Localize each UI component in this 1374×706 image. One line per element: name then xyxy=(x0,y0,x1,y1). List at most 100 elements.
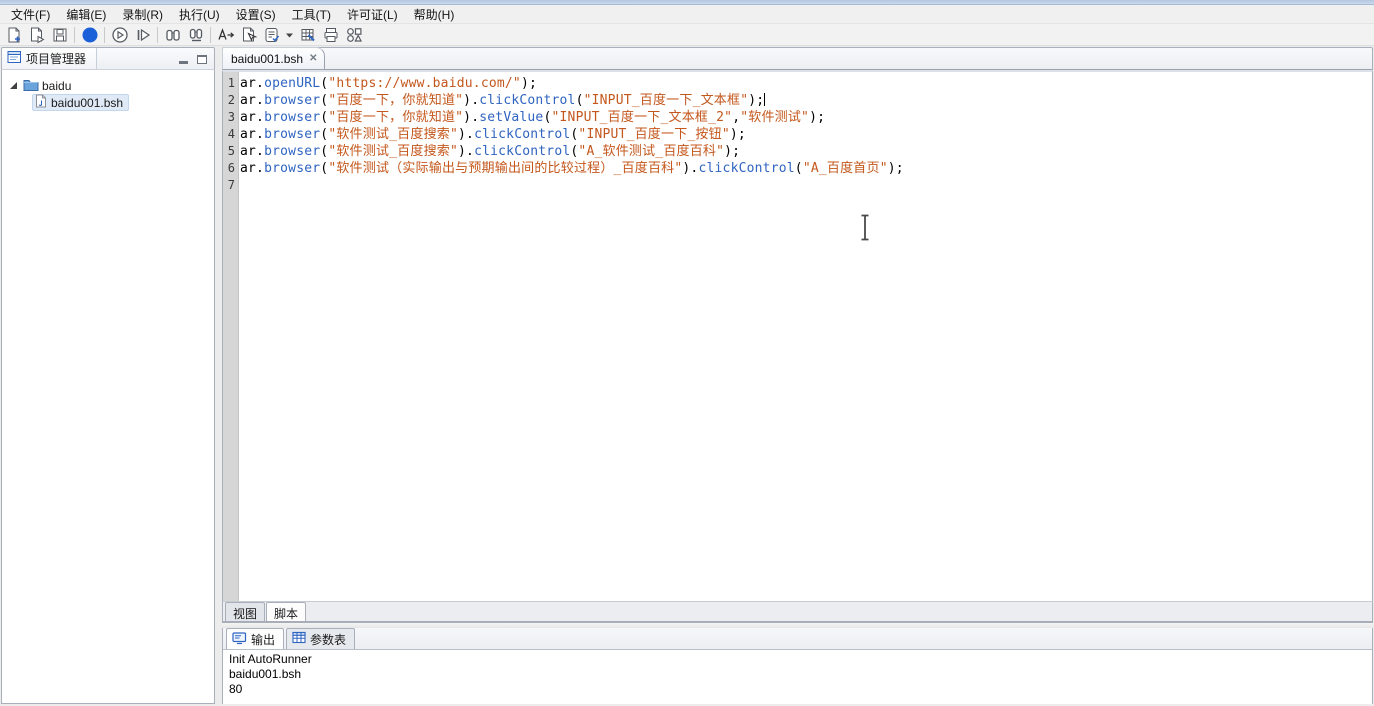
code-line-4: 4ar.browser("软件测试_百度搜索").clickControl("I… xyxy=(223,126,1372,143)
code-text: ar.openURL("https://www.baidu.com/"); xyxy=(237,75,537,92)
code-text: ar.browser("软件测试（实际输出与预期输出间的比较过程）_百度百科")… xyxy=(237,160,904,177)
line-number: 7 xyxy=(223,177,237,194)
page-cursor-icon xyxy=(240,26,258,44)
horizontal-sash[interactable] xyxy=(222,621,1373,628)
tree-item-baidu[interactable]: baidu xyxy=(2,77,214,94)
save-button[interactable] xyxy=(48,25,71,45)
expander-icon[interactable] xyxy=(10,82,17,89)
project-manager-icon xyxy=(7,50,22,67)
project-manager-title: 项目管理器 xyxy=(26,50,86,67)
checklist-menu-button[interactable] xyxy=(283,25,296,45)
tree-row: baidu001.bsh xyxy=(2,94,214,111)
shapes-icon xyxy=(345,26,363,44)
output-tab-param-table[interactable]: 参数表 xyxy=(286,628,355,649)
close-icon[interactable]: ✕ xyxy=(309,54,317,64)
step-button[interactable] xyxy=(131,25,154,45)
code-line-6: 6ar.browser("软件测试（实际输出与预期输出间的比较过程）_百度百科"… xyxy=(223,160,1372,177)
code-line-5: 5ar.browser("软件测试_百度搜索").clickControl("A… xyxy=(223,143,1372,160)
menu-bar: 文件(F)编辑(E)录制(R)执行(U)设置(S)工具(T)许可证(L)帮助(H… xyxy=(0,5,1374,24)
code-text: ar.browser("百度一下，你就知道").setValue("INPUT_… xyxy=(237,109,825,126)
toolbar-separator xyxy=(104,27,105,43)
grid-pencil-icon xyxy=(299,26,317,44)
menu-tools[interactable]: 工具(T) xyxy=(284,4,339,25)
tree-item-baidu001[interactable]: baidu001.bsh xyxy=(32,94,129,111)
code-line-3: 3ar.browser("百度一下，你就知道").setValue("INPUT… xyxy=(223,109,1372,126)
menu-license[interactable]: 许可证(L) xyxy=(339,4,406,25)
shapes-button[interactable] xyxy=(342,25,365,45)
toolbar-separator xyxy=(74,27,75,43)
page-plus-icon xyxy=(5,26,23,44)
output-console[interactable]: Init AutoRunnerbaidu001.bsh80 xyxy=(223,650,1372,704)
text-caret xyxy=(764,93,765,106)
code-editor[interactable]: 1ar.openURL("https://www.baidu.com/");2a… xyxy=(222,70,1373,601)
code-text: ar.browser("软件测试_百度搜索").clickControl("IN… xyxy=(237,126,746,143)
code-lines: 1ar.openURL("https://www.baidu.com/");2a… xyxy=(223,75,1372,194)
play-button[interactable] xyxy=(108,25,131,45)
record-circle-icon xyxy=(81,26,99,44)
new-script-button[interactable] xyxy=(2,25,25,45)
editor-page-tabs: 视图脚本 xyxy=(222,601,1373,621)
script-run-button[interactable] xyxy=(25,25,48,45)
binoculars-alt-button[interactable] xyxy=(184,25,207,45)
vertical-sash[interactable] xyxy=(215,46,222,704)
tree-item-label: baidu001.bsh xyxy=(51,96,123,110)
code-line-7: 7 xyxy=(223,177,1372,194)
code-line-2: 2ar.browser("百度一下，你就知道").clickControl("I… xyxy=(223,92,1372,109)
console-line: baidu001.bsh xyxy=(229,667,1372,682)
project-manager-tab[interactable]: 项目管理器 xyxy=(2,48,97,69)
folder-icon xyxy=(23,78,39,94)
checklist-button[interactable] xyxy=(260,25,283,45)
line-number: 6 xyxy=(223,160,237,177)
a-arrow-icon xyxy=(216,26,235,44)
output-tab-label: 参数表 xyxy=(310,631,346,648)
font-size-button[interactable] xyxy=(214,25,237,45)
caret-down-icon xyxy=(285,26,294,44)
page-tab-script[interactable]: 脚本 xyxy=(266,602,306,621)
editor-area: baidu001.bsh ✕ 1ar.openURL("https://www.… xyxy=(222,46,1374,704)
output-tab-bar: 输出 参数表 xyxy=(223,628,1372,650)
line-number: 5 xyxy=(223,143,237,160)
console-line: Init AutoRunner xyxy=(229,652,1372,667)
page-tab-view[interactable]: 视图 xyxy=(225,602,265,621)
menu-help[interactable]: 帮助(H) xyxy=(406,4,463,25)
grid-edit-button[interactable] xyxy=(296,25,319,45)
menu-settings[interactable]: 设置(S) xyxy=(228,4,284,25)
line-number: 4 xyxy=(223,126,237,143)
menu-run[interactable]: 执行(U) xyxy=(171,4,228,25)
project-manager-panel: 项目管理器 baidu baidu001.bsh xyxy=(0,46,215,704)
find-object-button[interactable] xyxy=(237,25,260,45)
list-check-icon xyxy=(263,26,281,44)
binoculars-button[interactable] xyxy=(161,25,184,45)
toolbar xyxy=(0,24,1374,46)
editor-tab-baidu001[interactable]: baidu001.bsh ✕ xyxy=(222,47,325,69)
panel-buttons xyxy=(179,55,207,64)
menu-file[interactable]: 文件(F) xyxy=(3,4,58,25)
workbench: 项目管理器 baidu baidu001.bsh xyxy=(0,46,1374,704)
floppy-icon xyxy=(51,26,69,44)
toolbar-separator xyxy=(210,27,211,43)
play-circle-icon xyxy=(111,26,129,44)
project-manager-header: 项目管理器 xyxy=(1,47,215,69)
toolbar-separator xyxy=(157,27,158,43)
code-text: ar.browser("软件测试_百度搜索").clickControl("A_… xyxy=(237,143,740,160)
output-tab-label: 输出 xyxy=(251,631,275,648)
page-play-icon xyxy=(28,26,46,44)
maximize-icon[interactable] xyxy=(197,55,207,64)
print-button[interactable] xyxy=(319,25,342,45)
output-tab-output[interactable]: 输出 xyxy=(226,628,284,649)
minimize-icon[interactable] xyxy=(179,61,188,64)
menu-record[interactable]: 录制(R) xyxy=(114,4,171,25)
editor-tab-bar: baidu001.bsh ✕ xyxy=(222,47,1373,70)
code-text xyxy=(237,177,240,194)
menu-edit[interactable]: 编辑(E) xyxy=(58,4,114,25)
tree-item-label: baidu xyxy=(42,79,71,93)
record-button[interactable] xyxy=(78,25,101,45)
project-tree: baidu baidu001.bsh xyxy=(1,69,215,704)
step-play-icon xyxy=(134,26,152,44)
table-icon xyxy=(292,631,306,647)
ibeam-cursor xyxy=(859,214,871,246)
line-number: 1 xyxy=(223,75,237,92)
output-panel: 输出 参数表 Init AutoRunnerbaidu001.bsh80 xyxy=(222,628,1373,704)
binoculars-icon xyxy=(164,26,182,44)
line-number: 3 xyxy=(223,109,237,126)
